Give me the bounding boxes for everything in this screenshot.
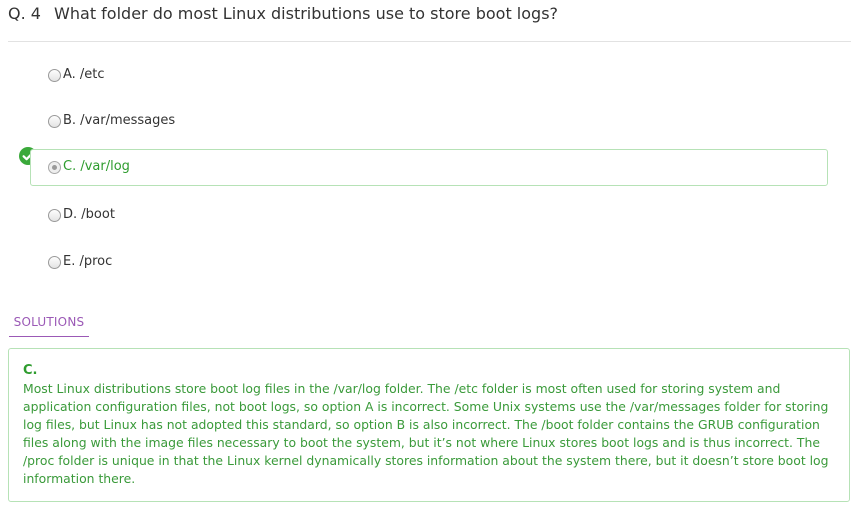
option-c-radio[interactable] <box>48 161 61 174</box>
option-d-radio[interactable] <box>48 209 61 222</box>
option-e[interactable]: E. /proc <box>30 244 828 281</box>
solution-answer: C. <box>23 363 38 378</box>
option-c[interactable]: C. /var/log <box>30 149 828 186</box>
option-e-label: E. /proc <box>63 254 113 269</box>
question-divider <box>8 41 851 42</box>
option-a-radio[interactable] <box>48 69 61 82</box>
question-number: Q. 4 <box>8 4 41 23</box>
option-b-label: B. /var/messages <box>63 113 176 128</box>
option-d-label: D. /boot <box>63 207 115 222</box>
option-a-label: A. /etc <box>63 67 105 82</box>
option-a[interactable]: A. /etc <box>30 57 828 94</box>
option-d[interactable]: D. /boot <box>30 197 828 234</box>
option-e-radio[interactable] <box>48 256 61 269</box>
question-header: Q. 4 What folder do most Linux distribut… <box>8 4 853 24</box>
option-b-radio[interactable] <box>48 115 61 128</box>
option-c-label: C. /var/log <box>63 159 130 174</box>
solutions-tab[interactable]: SOLUTIONS <box>9 314 89 337</box>
solution-panel: C. Most Linux distributions store boot l… <box>8 348 850 502</box>
question-text: What folder do most Linux distributions … <box>54 4 559 23</box>
solution-explanation: Most Linux distributions store boot log … <box>23 381 829 486</box>
option-b[interactable]: B. /var/messages <box>30 103 828 140</box>
